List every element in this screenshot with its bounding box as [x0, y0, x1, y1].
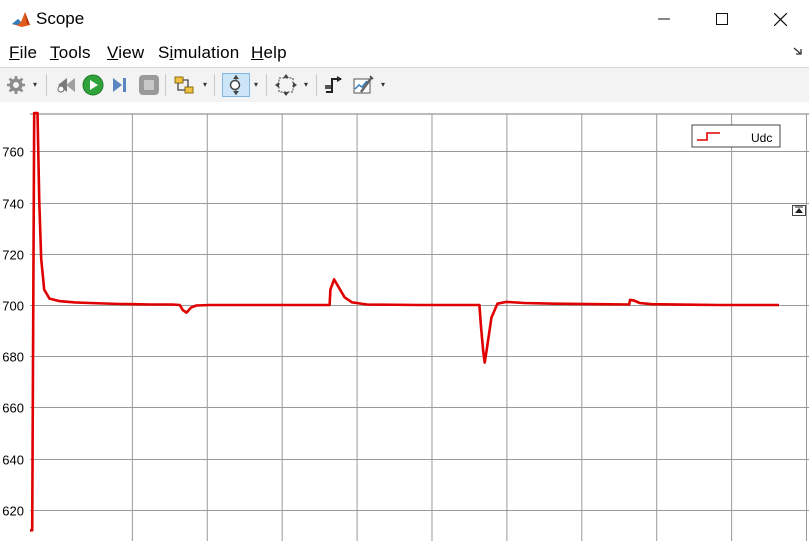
minimize-button[interactable] — [635, 0, 693, 38]
zoom-icon[interactable] — [222, 73, 250, 97]
autoscale-icon[interactable] — [274, 73, 298, 97]
legend[interactable]: Udc — [691, 124, 781, 148]
menu-tools[interactable]: Tools — [50, 43, 91, 63]
menu-simulation[interactable]: Simulation — [158, 43, 239, 63]
y-tick-label: 660 — [2, 401, 24, 416]
legend-label-udc: Udc — [751, 131, 772, 145]
measurements-dropdown-arrow[interactable]: ▾ — [381, 80, 388, 90]
toolbar-separator — [46, 74, 47, 96]
series-line-udc — [30, 111, 779, 532]
run-icon[interactable] — [81, 73, 105, 97]
autoscale-dropdown-arrow[interactable]: ▾ — [304, 80, 311, 90]
y-tick-label: 740 — [2, 197, 24, 212]
menu-help[interactable]: Help — [251, 43, 287, 63]
scope-display[interactable]: 620 640 660 680 700 720 740 760 Udc — [0, 102, 809, 541]
menu-bar: File Tools View Simulation Help — [0, 40, 809, 66]
toolbar-separator — [316, 74, 317, 96]
dock-button[interactable] — [792, 205, 806, 216]
minimize-icon — [658, 18, 670, 20]
highlight-block-icon[interactable] — [172, 73, 196, 97]
triggers-icon[interactable] — [322, 73, 346, 97]
zoom-dropdown-arrow[interactable]: ▾ — [254, 80, 261, 90]
maximize-button[interactable] — [693, 0, 751, 38]
arrow-up-icon — [795, 206, 803, 213]
close-button[interactable] — [751, 0, 809, 38]
y-tick-label: 700 — [2, 299, 24, 314]
y-tick-label: 760 — [2, 145, 24, 160]
toolbar-separator — [165, 74, 166, 96]
menu-view[interactable]: View — [107, 43, 144, 63]
measurements-icon[interactable] — [351, 73, 375, 97]
settings-gear-icon[interactable] — [4, 73, 28, 97]
settings-dropdown-arrow[interactable]: ▾ — [33, 80, 40, 90]
toolbar-separator — [214, 74, 215, 96]
y-tick-label: 640 — [2, 453, 24, 468]
y-tick-label: 720 — [2, 248, 24, 263]
highlight-dropdown-arrow[interactable]: ▾ — [203, 80, 210, 90]
y-tick-label: 620 — [2, 504, 24, 519]
step-back-icon[interactable] — [54, 73, 78, 97]
close-icon — [773, 12, 787, 26]
menu-file[interactable]: File — [9, 43, 37, 63]
scope-plot[interactable]: 620 640 660 680 700 720 740 760 Udc — [0, 102, 809, 541]
stop-icon[interactable] — [137, 73, 161, 97]
plot-grid — [30, 113, 809, 541]
maximize-icon — [716, 13, 728, 25]
step-forward-icon[interactable] — [109, 73, 133, 97]
y-tick-label: 680 — [2, 350, 24, 365]
series-layer — [30, 111, 779, 532]
toolbar-separator — [266, 74, 267, 96]
matlab-icon — [12, 12, 30, 27]
y-axis-ticks: 620 640 660 680 700 720 740 760 — [2, 145, 24, 519]
toolbar: ▾ ▾ ▾ ▾ ▾ — [0, 67, 809, 103]
title-bar: Scope — [0, 0, 809, 38]
undock-arrow-icon[interactable] — [792, 45, 804, 57]
window-title: Scope — [36, 9, 85, 28]
